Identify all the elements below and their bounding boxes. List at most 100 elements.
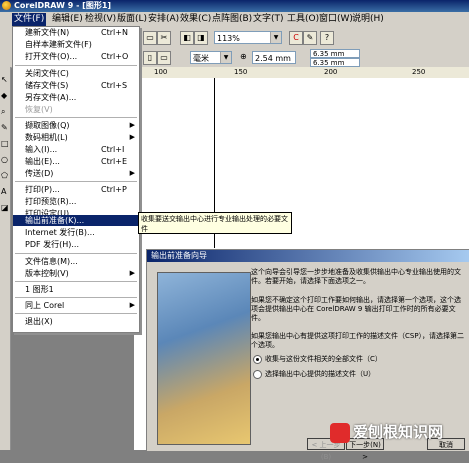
import-icon[interactable]: ◧ [180, 31, 194, 45]
launcher-icon[interactable]: ✎ [303, 31, 317, 45]
cut-icon[interactable]: ✂ [157, 31, 171, 45]
menu-item-label: 版本控制(V) [25, 269, 69, 278]
radio-selected-icon [253, 354, 262, 364]
units-select[interactable]: 毫米 ▼ [190, 51, 232, 64]
pick-tool-icon[interactable]: ↖ [1, 75, 8, 84]
ruler-tick-label: 200 [324, 68, 338, 76]
menu-item-save[interactable]: 储存文件(S) Ctrl+S [13, 80, 139, 91]
wizard-title: 输出前准备向导 [147, 250, 469, 262]
freehand-tool-icon[interactable]: ✎ [1, 123, 8, 132]
radio-label: 收集与这份文件相关的全部文件（C） [265, 355, 382, 363]
menu-separator [15, 313, 137, 314]
duplicate-y-input[interactable]: 6.35 mm [310, 58, 360, 67]
menu-file[interactable]: 文件(F) [12, 13, 47, 26]
menu-item-document-info[interactable]: 文件信息(M)... [13, 256, 139, 267]
menu-item-new[interactable]: 建新文件(N) Ctrl+N [13, 27, 139, 38]
menu-item-new-from-template[interactable]: 自样本建新文件(F) [13, 39, 139, 50]
menu-item-label: Internet 发行(B)... [25, 228, 95, 237]
chevron-down-icon: ▼ [270, 32, 281, 43]
menu-item-export[interactable]: 输出(E)... Ctrl+E [13, 156, 139, 167]
wizard-illustration [157, 272, 251, 445]
print-icon[interactable]: ▭ [143, 31, 157, 45]
submenu-arrow-icon: ▶ [129, 133, 135, 141]
zoom-level-value: 113% [217, 34, 240, 43]
menu-bitmaps[interactable]: 点阵图(B) [210, 13, 254, 26]
menu-item-corel-online[interactable]: 同上 Corel ▶ [13, 300, 139, 311]
menu-item-label: 打印预览(R)... [25, 197, 77, 206]
rectangle-tool-icon[interactable]: □ [1, 139, 9, 148]
watermark: 爱刨根知识网 [330, 418, 466, 446]
menu-item-label: 输出(E)... [25, 157, 60, 166]
nudge-icon: ⊕ [240, 52, 247, 61]
wizard-paragraph-option1-help: 如果您不确定这个打印工作要如何输出，请选择第一个选项，这个选项会提供输出中心在 … [251, 296, 461, 322]
nudge-offset-input[interactable]: 2.54 mm [252, 51, 296, 64]
toolbox: ↖ ◆ ⌕ ✎ □ ○ ⬠ A ◪ [0, 67, 11, 450]
help-pointer-icon[interactable]: ? [320, 31, 334, 45]
menu-item-import[interactable]: 输入(I)... Ctrl+I [13, 144, 139, 155]
menu-item-acquire-image[interactable]: 撷取图像(Q) ▶ [13, 120, 139, 131]
corel-online-icon[interactable]: C [289, 31, 303, 45]
menu-item-open[interactable]: 打开文件(O)... Ctrl+O [13, 51, 139, 62]
menu-item-label: 退出(X) [25, 317, 53, 326]
menu-item-print-preview[interactable]: 打印预览(R)... [13, 196, 139, 207]
menu-item-label: 打开文件(O)... [25, 52, 78, 61]
menu-separator [15, 65, 137, 66]
status-tooltip: 收集要送交输出中心进行专业输出处理的必要文件 [138, 212, 292, 234]
menu-item-label: 自样本建新文件(F) [25, 40, 92, 49]
menu-item-label: PDF 发行(H)... [25, 240, 80, 249]
portrait-icon[interactable]: ▯ [143, 51, 157, 65]
menu-item-label: 打印(P)... [25, 185, 60, 194]
menu-item-version-control[interactable]: 版本控制(V) ▶ [13, 268, 139, 279]
fill-tool-icon[interactable]: ◪ [1, 203, 9, 212]
menu-item-publish-internet[interactable]: Internet 发行(B)... [13, 227, 139, 238]
radio-unselected-icon [253, 369, 262, 379]
menu-item-revert: 恢复(V) [13, 104, 139, 115]
menu-item-exit[interactable]: 退出(X) [13, 316, 139, 327]
menu-item-label: 同上 Corel [25, 301, 65, 310]
polygon-tool-icon[interactable]: ⬠ [1, 171, 8, 180]
menu-item-send-to[interactable]: 传送(D) ▶ [13, 168, 139, 179]
coreldraw-logo-icon [2, 1, 11, 10]
menu-item-label: 撷取图像(Q) [25, 121, 70, 130]
radio-choose-profile[interactable]: 选择输出中心提供的描述文件（U） [253, 369, 375, 379]
menu-arrange[interactable]: 安排(A) [146, 13, 181, 26]
menu-item-recent-file[interactable]: 1 图形1 [13, 284, 139, 295]
menu-item-prepare-for-service-bureau[interactable]: 输出前准备(K)... [13, 215, 139, 226]
ruler-tick-label: 250 [412, 68, 426, 76]
menu-item-publish-pdf[interactable]: PDF 发行(H)... [13, 239, 139, 250]
menu-view[interactable]: 检视(V) [83, 13, 118, 26]
menu-item-shortcut: Ctrl+P [101, 185, 127, 194]
menu-tools[interactable]: 工具(O) [285, 13, 321, 26]
menu-item-shortcut: Ctrl+O [101, 52, 129, 61]
menu-item-label: 数码相机(L) [25, 133, 68, 142]
menu-edit[interactable]: 编辑(E) [50, 13, 85, 26]
menu-layout[interactable]: 版面(L) [115, 13, 149, 26]
menu-item-label: 输入(I)... [25, 145, 58, 154]
menu-item-digital-camera[interactable]: 数码相机(L) ▶ [13, 132, 139, 143]
shape-tool-icon[interactable]: ◆ [1, 91, 7, 100]
duplicate-x-input[interactable]: 6.35 mm [310, 49, 360, 58]
menu-help[interactable]: 说明(H) [350, 13, 386, 26]
menu-item-shortcut: Ctrl+I [101, 145, 125, 154]
menu-text[interactable]: 文字(T) [251, 13, 286, 26]
menu-item-print[interactable]: 打印(P)... Ctrl+P [13, 184, 139, 195]
menu-separator [15, 181, 137, 182]
menu-item-save-as[interactable]: 另存文件(A)... [13, 92, 139, 103]
watermark-text: 爱刨根知识网 [353, 423, 444, 441]
landscape-icon[interactable]: ▭ [157, 51, 171, 65]
menu-item-label: 另存文件(A)... [25, 93, 77, 102]
menu-effects[interactable]: 效果(C) [178, 13, 213, 26]
radio-collect-all-files[interactable]: 收集与这份文件相关的全部文件（C） [253, 354, 382, 364]
menu-separator [15, 297, 137, 298]
text-tool-icon[interactable]: A [1, 187, 6, 196]
submenu-arrow-icon: ▶ [129, 169, 135, 177]
menu-item-close[interactable]: 关闭文件(C) [13, 68, 139, 79]
zoom-level-select[interactable]: 113% ▼ [214, 31, 282, 44]
menu-item-label: 恢复(V) [25, 105, 53, 114]
zoom-tool-icon[interactable]: ⌕ [1, 107, 5, 117]
export-icon[interactable]: ◨ [194, 31, 208, 45]
duplicate-x-value: 6.35 mm [313, 50, 345, 58]
ellipse-tool-icon[interactable]: ○ [1, 155, 8, 164]
submenu-arrow-icon: ▶ [129, 301, 135, 309]
file-menu-dropdown: 建新文件(N) Ctrl+N 自样本建新文件(F) 打开文件(O)... Ctrl+… [12, 26, 140, 333]
